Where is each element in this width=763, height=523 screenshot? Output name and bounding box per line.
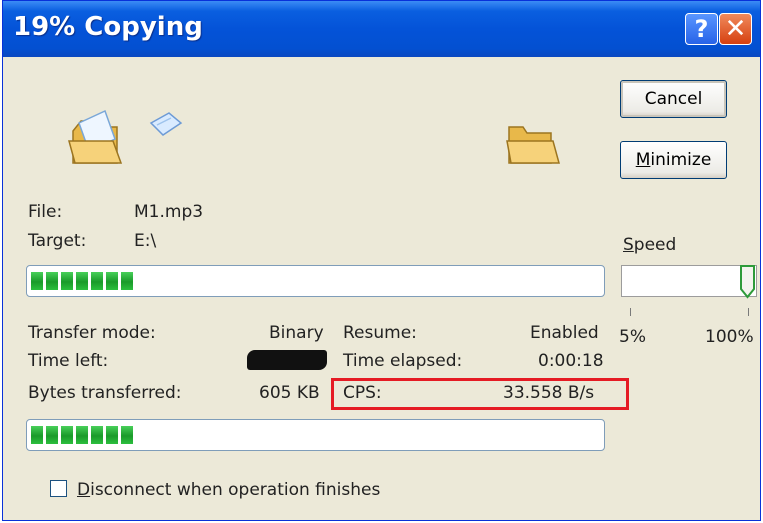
- file-label: File:: [28, 202, 63, 222]
- progress-block: [46, 272, 58, 290]
- disconnect-checkbox[interactable]: [50, 480, 67, 497]
- time-elapsed-value: 0:00:18: [538, 351, 604, 371]
- progress-block: [76, 272, 88, 290]
- progress-block: [76, 426, 88, 444]
- speed-slider-thumb[interactable]: [740, 265, 755, 299]
- progress-block: [46, 426, 58, 444]
- progress-block: [61, 272, 73, 290]
- progress-block: [91, 272, 103, 290]
- folder-icon: [506, 126, 560, 164]
- disconnect-label[interactable]: Disconnect when operation finishes: [77, 480, 380, 500]
- speed-label-text: peed: [633, 235, 677, 255]
- progress-block: [91, 426, 103, 444]
- flying-document-icon: [149, 112, 183, 136]
- progress-block: [61, 426, 73, 444]
- transfer-mode-label: Transfer mode:: [28, 323, 156, 343]
- disconnect-label-text: isconnect when operation finishes: [90, 480, 381, 500]
- file-value: M1.mp3: [134, 202, 204, 222]
- bytes-transferred-value: 605 KB: [259, 383, 320, 403]
- file-progress-fill: [31, 272, 133, 290]
- cps-highlight-box: [331, 378, 629, 410]
- close-button[interactable]: ✕: [719, 13, 752, 45]
- speed-max-label: 100%: [705, 327, 754, 347]
- speed-min-label: 5%: [619, 327, 646, 347]
- speed-tick-min: [630, 308, 631, 316]
- resume-label: Resume:: [343, 323, 417, 343]
- progress-block: [31, 426, 43, 444]
- progress-block: [121, 272, 133, 290]
- target-label: Target:: [28, 231, 87, 251]
- minimize-accel: M: [635, 150, 651, 170]
- window-title: 19% Copying: [13, 12, 203, 42]
- total-progress-bar: [26, 419, 605, 451]
- total-progress-fill: [31, 426, 133, 444]
- copy-dialog: 19% Copying ? ✕ Cancel Minimize File: M1…: [2, 0, 761, 521]
- progress-block: [106, 426, 118, 444]
- cancel-button[interactable]: Cancel: [620, 80, 727, 118]
- time-left-label: Time left:: [28, 351, 109, 371]
- time-elapsed-label: Time elapsed:: [343, 351, 463, 371]
- progress-block: [31, 272, 43, 290]
- speed-tick-max: [748, 308, 749, 316]
- minimize-button[interactable]: Minimize: [620, 141, 727, 179]
- speed-label: Speed: [623, 235, 676, 255]
- speed-accel: S: [623, 235, 634, 255]
- time-left-value-redacted: [247, 350, 327, 370]
- progress-block: [106, 272, 118, 290]
- file-progress-bar: [26, 265, 605, 297]
- resume-value: Enabled: [530, 323, 599, 343]
- bytes-transferred-label: Bytes transferred:: [28, 383, 182, 403]
- folder-open-icon: [68, 109, 123, 164]
- target-value: E:\: [134, 231, 157, 251]
- speed-slider-track[interactable]: [621, 265, 757, 297]
- transfer-mode-value: Binary: [269, 323, 324, 343]
- minimize-label: inimize: [650, 150, 712, 170]
- title-bar[interactable]: 19% Copying ? ✕: [3, 1, 760, 57]
- progress-block: [121, 426, 133, 444]
- disconnect-accel: D: [77, 480, 91, 500]
- help-button[interactable]: ?: [685, 13, 718, 45]
